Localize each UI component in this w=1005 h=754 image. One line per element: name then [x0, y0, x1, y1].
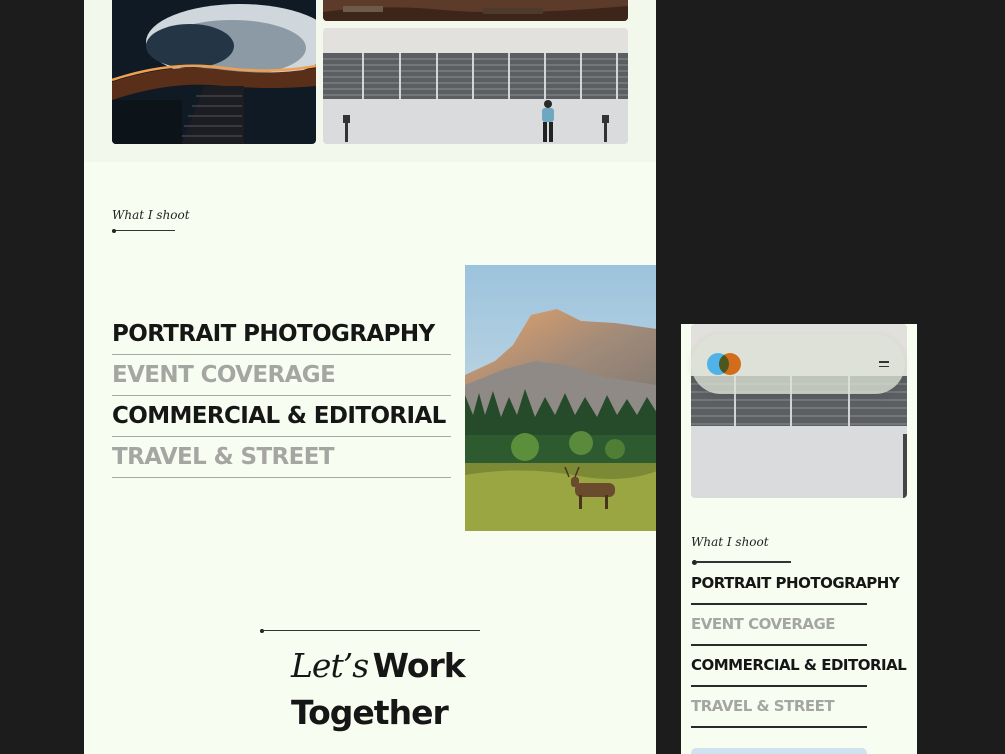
mobile-section-label: What I shoot [691, 535, 769, 549]
building-photo[interactable] [323, 28, 628, 144]
mobile-service-divider [691, 726, 867, 728]
desktop-preview: What I shoot PORTRAIT PHOTOGRAPHY EVENT … [84, 0, 656, 754]
service-commercial[interactable]: COMMERCIAL & EDITORIAL [112, 404, 446, 428]
mobile-service-commercial[interactable]: COMMERCIAL & EDITORIAL [691, 656, 907, 674]
service-portrait[interactable]: PORTRAIT PHOTOGRAPHY [112, 322, 435, 346]
mobile-service-divider [691, 644, 867, 646]
logo-icon-overlap [719, 353, 741, 375]
landscape-photo[interactable] [465, 265, 656, 531]
service-divider [112, 436, 451, 437]
mobile-next-section-preview [691, 748, 867, 754]
menu-icon[interactable] [879, 361, 889, 367]
service-divider [112, 395, 451, 396]
service-travel[interactable]: TRAVEL & STREET [112, 445, 335, 469]
service-divider [112, 477, 451, 478]
mobile-nav-bar [691, 334, 905, 394]
staircase-photo[interactable] [112, 0, 316, 144]
mobile-service-divider [691, 685, 867, 687]
desert-photo[interactable] [323, 0, 628, 21]
cta-italic: Let’s [291, 646, 369, 685]
mobile-label-underline [695, 561, 791, 563]
cta-heading-line-2: Together [291, 693, 449, 732]
mobile-service-travel[interactable]: TRAVEL & STREET [691, 697, 835, 715]
service-divider [112, 354, 451, 355]
cta-heading-line-1: Let’s Work [291, 646, 466, 685]
mobile-service-portrait[interactable]: PORTRAIT PHOTOGRAPHY [691, 574, 900, 592]
mobile-service-divider [691, 603, 867, 605]
service-event[interactable]: EVENT COVERAGE [112, 363, 336, 387]
cta-rule [262, 630, 480, 631]
mobile-service-event[interactable]: EVENT COVERAGE [691, 615, 836, 633]
mobile-preview: What I shoot PORTRAIT PHOTOGRAPHY EVENT … [681, 324, 917, 754]
section-label: What I shoot [112, 208, 190, 222]
cta-bold-work: Work [372, 646, 466, 685]
label-underline [114, 230, 175, 231]
